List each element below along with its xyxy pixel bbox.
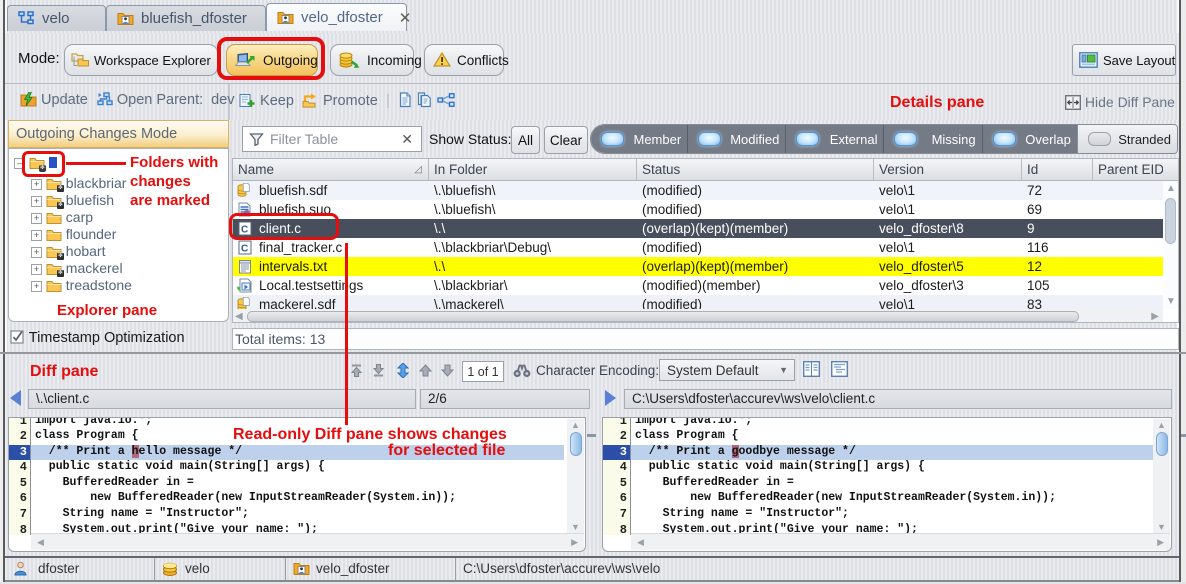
svg-text:C: C — [241, 244, 248, 255]
